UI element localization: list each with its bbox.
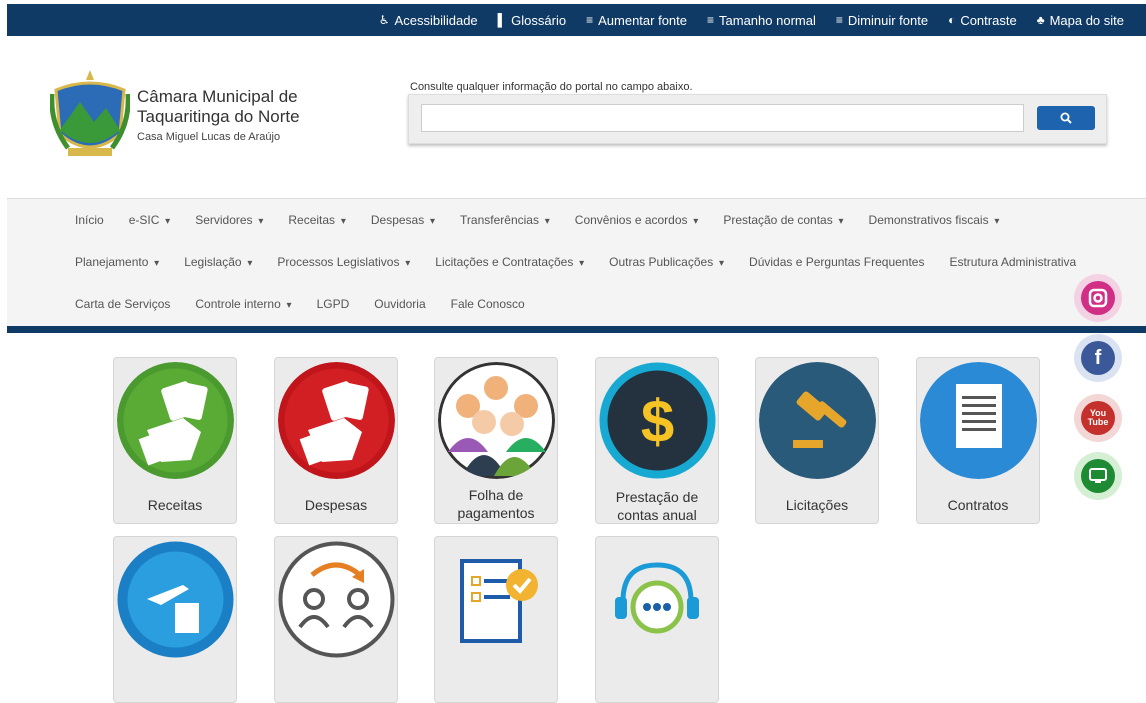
book-icon: ▌ (497, 13, 507, 27)
search-panel (408, 94, 1107, 144)
site-header: Câmara Municipal de Taquaritinga do Nort… (7, 36, 1146, 198)
tile-atendimento[interactable] (595, 536, 719, 703)
gavel-icon (759, 362, 876, 479)
tile-label: Contratos (947, 497, 1009, 513)
nav-item-receitas[interactable]: Receitas (288, 213, 346, 227)
nav-item-processos[interactable]: Processos Legislativos (277, 255, 410, 269)
youtube-button[interactable]: You Tube (1074, 394, 1122, 442)
nav-row-3: Carta de Serviços Controle interno LGPD … (75, 297, 550, 311)
font-increase-icon: ≡ (586, 13, 594, 27)
tile-licitacoes[interactable]: Licitações (755, 357, 879, 524)
facebook-icon: f (1081, 341, 1115, 375)
nav-item-transferencias[interactable]: Transferências (460, 213, 550, 227)
search-input[interactable] (421, 104, 1024, 132)
sitemap-link[interactable]: ♣ Mapa do site (1037, 13, 1124, 28)
accessibility-bar: ♿ Acessibilidade ▌ Glossário ≡ Aumentar fon… (7, 4, 1146, 36)
people-transfer-icon (278, 541, 395, 658)
search-icon (1060, 112, 1072, 124)
nav-row-1: Início e-SIC Servidores Receitas Despesa… (75, 213, 1024, 227)
tv-button[interactable] (1074, 452, 1122, 500)
svg-text:$: $ (641, 388, 674, 455)
youtube-icon: You Tube (1081, 401, 1115, 435)
font-increase-link[interactable]: ≡ Aumentar fonte (586, 13, 687, 28)
chat-headset-icon (615, 562, 699, 634)
municipal-seal-icon[interactable] (50, 64, 130, 166)
nav-item-estrutura[interactable]: Estrutura Administrativa (949, 255, 1076, 269)
nav-item-prestacao-contas[interactable]: Prestação de contas (723, 213, 843, 227)
tile-despesas[interactable]: Despesas (274, 357, 398, 524)
glossary-link[interactable]: ▌ Glossário (498, 13, 566, 28)
brand-name[interactable]: Câmara Municipal de Taquaritinga do Nort… (137, 87, 300, 143)
contrast-link[interactable]: ◐ Contraste (948, 13, 1017, 28)
tile-checklist[interactable] (434, 536, 558, 703)
accessibility-link[interactable]: ♿ Acessibilidade (379, 13, 478, 28)
airplane-hotel-icon (117, 541, 234, 658)
tile-label-line-2: contas anual (617, 507, 697, 523)
tile-receitas[interactable]: Receitas (113, 357, 237, 524)
contrast-icon: ◐ (948, 13, 956, 27)
nav-item-carta-servicos[interactable]: Carta de Serviços (75, 297, 170, 311)
nav-item-demonstrativos[interactable]: Demonstrativos fiscais (869, 213, 1000, 227)
font-normal-icon: ≡ (707, 13, 715, 27)
nav-divider (7, 326, 1146, 333)
money-hand-green-icon (117, 362, 234, 479)
font-decrease-icon: ≡ (835, 13, 843, 27)
tile-folha-pagamentos[interactable]: Folha de pagamentos (434, 357, 558, 524)
tile-label: Licitações (785, 497, 849, 513)
nav-item-convenios[interactable]: Convênios e acordos (575, 213, 699, 227)
accessibility-icon: ♿ (378, 13, 390, 27)
nav-item-duvidas[interactable]: Dúvidas e Perguntas Frequentes (749, 255, 924, 269)
nav-item-controle-interno[interactable]: Controle interno (195, 297, 291, 311)
nav-item-legislacao[interactable]: Legislação (184, 255, 252, 269)
search-hint: Consulte qualquer informação do portal n… (410, 81, 693, 93)
tv-icon (1081, 459, 1115, 493)
nav-item-licitacoes[interactable]: Licitações e Contratações (435, 255, 584, 269)
money-hand-red-icon (278, 362, 395, 479)
tile-label-line-1: Folha de (468, 487, 524, 503)
brand-line-2: Taquaritinga do Norte (137, 107, 300, 126)
document-icon (920, 362, 1037, 479)
tile-cargos[interactable] (274, 536, 398, 703)
nav-row-2: Planejamento Legislação Processos Legisl… (75, 255, 1101, 269)
font-normal-link[interactable]: ≡ Tamanho normal (707, 13, 816, 28)
nav-item-fale-conosco[interactable]: Fale Conosco (451, 297, 525, 311)
nav-item-esic[interactable]: e-SIC (129, 213, 171, 227)
dollar-sign-icon: $ (599, 362, 716, 479)
tile-label: Despesas (304, 497, 368, 513)
instagram-icon (1081, 281, 1115, 315)
nav-item-servidores[interactable]: Servidores (195, 213, 263, 227)
nav-item-planejamento[interactable]: Planejamento (75, 255, 159, 269)
instagram-button[interactable] (1074, 274, 1122, 322)
brand-subtitle: Casa Miguel Lucas de Araújo (137, 131, 281, 143)
tile-contratos[interactable]: Contratos (916, 357, 1040, 524)
nav-item-ouvidoria[interactable]: Ouvidoria (374, 297, 425, 311)
nav-item-outras-publicacoes[interactable]: Outras Publicações (609, 255, 724, 269)
nav-item-inicio[interactable]: Início (75, 213, 104, 227)
tile-diarias[interactable] (113, 536, 237, 703)
font-decrease-link[interactable]: ≡ Diminuir fonte (836, 13, 928, 28)
people-group-icon (438, 362, 555, 479)
main-navigation: Início e-SIC Servidores Receitas Despesa… (7, 198, 1146, 327)
nav-item-despesas[interactable]: Despesas (371, 213, 435, 227)
facebook-button[interactable]: f (1074, 334, 1122, 382)
search-button[interactable] (1037, 106, 1095, 130)
nav-item-lgpd[interactable]: LGPD (317, 297, 350, 311)
tile-label-line-2: pagamentos (457, 505, 535, 521)
checklist-icon (460, 559, 538, 643)
sitemap-icon: ♣ (1036, 13, 1045, 27)
tile-label-line-1: Prestação de (615, 489, 699, 505)
brand-line-1: Câmara Municipal de (137, 87, 298, 106)
tile-label: Receitas (147, 497, 203, 513)
tile-prestacao-contas[interactable]: $ Prestação de contas anual (595, 357, 719, 524)
